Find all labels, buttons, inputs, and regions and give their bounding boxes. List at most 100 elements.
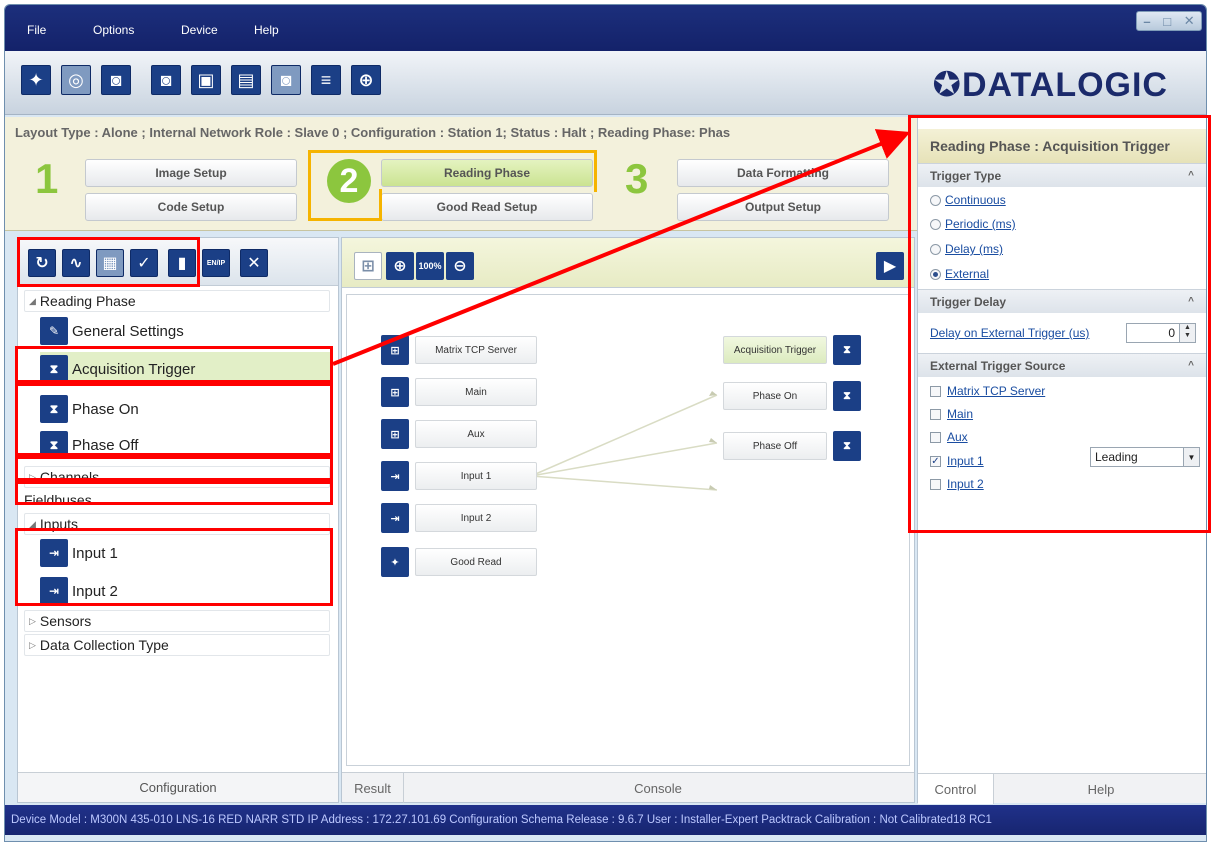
delay-input[interactable]: 0 ▲ ▼ bbox=[1126, 323, 1196, 343]
main-toolbar: ✦ ◎ ◙ ◙ ▣ ▤ ◙ ≡ ⊕ ✪DATALOGIC bbox=[5, 51, 1206, 115]
configuration-tab[interactable]: Configuration bbox=[18, 772, 338, 802]
image-setup-button[interactable]: Image Setup bbox=[85, 159, 297, 187]
properties-panel: Reading Phase : Acquisition Trigger Trig… bbox=[917, 117, 1206, 804]
node-label: Phase On bbox=[723, 382, 827, 410]
tree-input-2[interactable]: ⇥ Input 2 bbox=[40, 574, 332, 608]
node-label: Phase Off bbox=[723, 432, 827, 460]
menu-options[interactable]: Options bbox=[93, 23, 134, 37]
step-3-number: 3 bbox=[625, 155, 649, 202]
data-formatting-button[interactable]: Data Formatting bbox=[677, 159, 889, 187]
node-label: Good Read bbox=[415, 548, 537, 576]
checkbox-main[interactable]: Main bbox=[930, 407, 973, 421]
connect-icon[interactable]: ✦ bbox=[21, 65, 51, 95]
ethernet-settings-icon[interactable]: ≡ bbox=[311, 65, 341, 95]
node-acquisition-trigger[interactable]: Acquisition Trigger ⧗ bbox=[723, 335, 861, 365]
output-setup-button[interactable]: Output Setup bbox=[677, 193, 889, 221]
add-node-icon[interactable]: ⊞ bbox=[354, 252, 382, 280]
input-port-icon: ⇥ bbox=[381, 461, 409, 491]
tab-help[interactable]: Help bbox=[994, 774, 1206, 804]
node-aux[interactable]: ⊞ Aux bbox=[381, 419, 537, 449]
menu-help[interactable]: Help bbox=[254, 23, 279, 37]
enip-icon[interactable]: EN/IP bbox=[202, 249, 230, 277]
step-2-number: 2 bbox=[327, 159, 371, 203]
save-check-icon[interactable]: ✓ bbox=[130, 249, 158, 277]
radio-periodic[interactable]: Periodic (ms) bbox=[930, 217, 1016, 231]
tree-label: Input 1 bbox=[72, 544, 118, 562]
waveform-icon[interactable]: ∿ bbox=[62, 249, 90, 277]
checkbox-icon bbox=[930, 478, 941, 490]
node-input-1[interactable]: ⇥ Input 1 bbox=[381, 461, 537, 491]
tree-sensors[interactable]: ▷ Sensors bbox=[24, 610, 330, 632]
capture-save-icon[interactable]: ◙ bbox=[151, 65, 181, 95]
play-icon[interactable]: ▶ bbox=[876, 252, 904, 280]
open-file-icon[interactable]: ▣ bbox=[191, 65, 221, 95]
tree-reading-phase[interactable]: ◢ Reading Phase bbox=[24, 290, 330, 312]
image-settings-icon[interactable]: ◙ bbox=[271, 65, 301, 95]
section-trigger-delay[interactable]: Trigger Delay ^ bbox=[918, 289, 1206, 313]
discover-icon[interactable]: ◎ bbox=[61, 65, 91, 95]
section-label: Trigger Type bbox=[930, 168, 1002, 183]
zoom-out-icon[interactable]: ⊖ bbox=[446, 252, 474, 280]
crosshair-icon[interactable]: ⊕ bbox=[351, 65, 381, 95]
section-external-trigger-source[interactable]: External Trigger Source ^ bbox=[918, 353, 1206, 377]
tab-console[interactable]: Console bbox=[404, 773, 912, 803]
node-input-2[interactable]: ⇥ Input 2 bbox=[381, 503, 537, 533]
tree-fieldbuses[interactable]: Fieldbuses bbox=[20, 489, 326, 511]
radio-continuous[interactable]: Continuous bbox=[930, 193, 1006, 207]
section-trigger-type[interactable]: Trigger Type ^ bbox=[918, 163, 1206, 187]
bookmark-icon[interactable]: ▮ bbox=[168, 249, 196, 277]
close-icon[interactable]: ✕ bbox=[240, 249, 268, 277]
input-port-icon: ⇥ bbox=[40, 539, 68, 567]
zoom-100-icon[interactable]: 100% bbox=[416, 252, 444, 280]
arrowhead bbox=[709, 438, 717, 443]
collapse-caret-icon: ^ bbox=[1188, 296, 1194, 307]
capture-icon[interactable]: ◙ bbox=[101, 65, 131, 95]
diagram-footer-tabs: Result Console bbox=[342, 772, 914, 803]
checkbox-checked-icon: ✓ bbox=[930, 455, 941, 467]
tree-phase-off[interactable]: ⧗ Phase Off bbox=[40, 428, 332, 462]
tree-phase-on[interactable]: ⧗ Phase On bbox=[40, 392, 332, 426]
checkbox-input-2[interactable]: Input 2 bbox=[930, 477, 984, 491]
tree-channels[interactable]: ▷ Channels bbox=[24, 466, 330, 488]
trigger-edge-select[interactable]: Leading ▼ bbox=[1090, 447, 1200, 467]
diagram-toolbar: ⊞ ⊕ 100% ⊖ ▶ bbox=[342, 238, 914, 288]
tab-control[interactable]: Control bbox=[918, 774, 994, 804]
reading-phase-button[interactable]: Reading Phase bbox=[381, 159, 593, 187]
menu-device[interactable]: Device bbox=[181, 23, 218, 37]
serial-port-icon: ⊞ bbox=[381, 377, 409, 407]
tree-general-settings[interactable]: ✎ General Settings bbox=[40, 314, 332, 348]
checkbox-matrix-tcp-server[interactable]: Matrix TCP Server bbox=[930, 384, 1045, 398]
maximize-icon[interactable]: □ bbox=[1163, 14, 1171, 29]
tree-input-1[interactable]: ⇥ Input 1 bbox=[40, 536, 332, 570]
tree-data-collection-type[interactable]: ▷ Data Collection Type bbox=[24, 634, 330, 656]
trigger-icon: ⧗ bbox=[833, 381, 861, 411]
zoom-in-icon[interactable]: ⊕ bbox=[386, 252, 414, 280]
radio-button-icon bbox=[930, 218, 941, 230]
refresh-icon[interactable]: ↻ bbox=[28, 249, 56, 277]
radio-external[interactable]: External bbox=[930, 267, 989, 281]
menu-file[interactable]: File bbox=[27, 23, 46, 37]
close-window-icon[interactable]: ✕ bbox=[1184, 13, 1195, 29]
node-phase-off[interactable]: Phase Off ⧗ bbox=[723, 431, 861, 461]
spinner-icon[interactable]: ▲ ▼ bbox=[1179, 324, 1195, 342]
application-window: File Options Device Help – □ ✕ ✦ ◎ ◙ ◙ ▣… bbox=[4, 4, 1207, 842]
code-setup-button[interactable]: Code Setup bbox=[85, 193, 297, 221]
tree-acquisition-trigger[interactable]: ⧗ Acquisition Trigger bbox=[40, 352, 332, 386]
input-port-icon: ⇥ bbox=[40, 577, 68, 605]
node-good-read[interactable]: ✦ Good Read bbox=[381, 547, 537, 577]
save-file-icon[interactable]: ▤ bbox=[231, 65, 261, 95]
good-read-setup-button[interactable]: Good Read Setup bbox=[381, 193, 593, 221]
radio-delay[interactable]: Delay (ms) bbox=[930, 242, 1003, 256]
tree-inputs[interactable]: ◢ Inputs bbox=[24, 513, 330, 535]
node-main[interactable]: ⊞ Main bbox=[381, 377, 537, 407]
checkbox-input-1[interactable]: ✓ Input 1 bbox=[930, 454, 984, 468]
node-matrix-tcp-server[interactable]: ⊞ Matrix TCP Server bbox=[381, 335, 537, 365]
tree-label: Inputs bbox=[39, 516, 79, 532]
checkbox-aux[interactable]: Aux bbox=[930, 430, 968, 444]
node-phase-on[interactable]: Phase On ⧗ bbox=[723, 381, 861, 411]
parameters-icon[interactable]: ▦ bbox=[96, 249, 124, 277]
tab-result[interactable]: Result bbox=[342, 773, 404, 803]
datalogic-logo: ✪DATALOGIC bbox=[932, 66, 1168, 104]
properties-title: Reading Phase : Acquisition Trigger bbox=[918, 129, 1206, 163]
minimize-icon[interactable]: – bbox=[1143, 14, 1150, 29]
